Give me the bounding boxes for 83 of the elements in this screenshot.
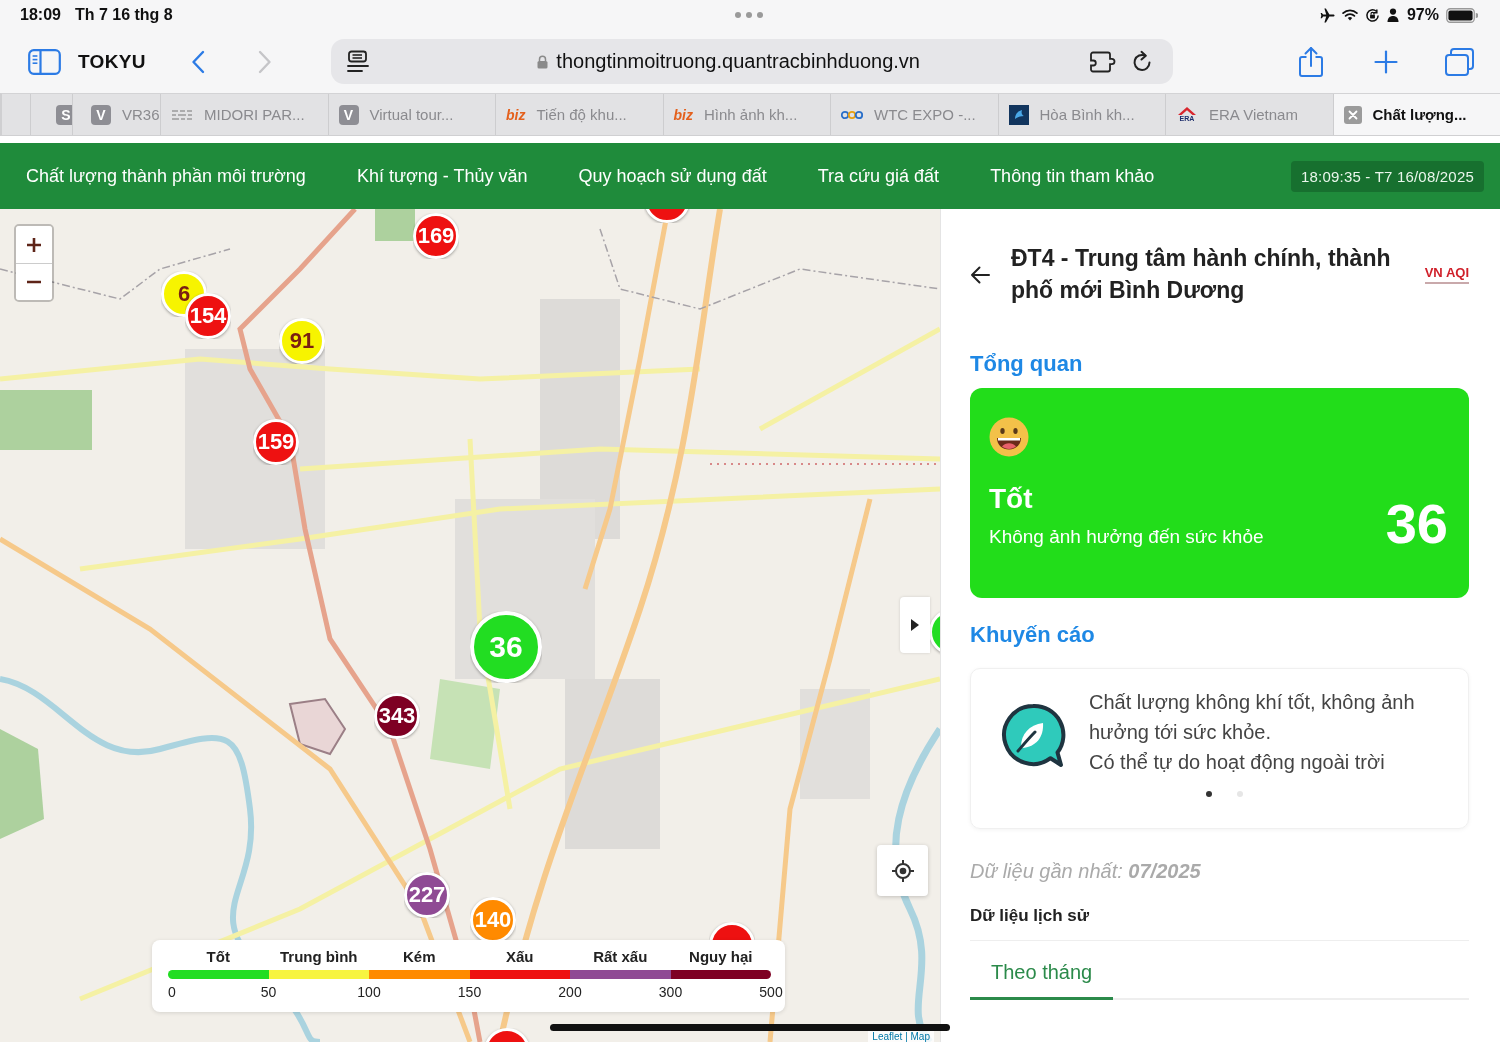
aqi-logo: VN AQI (1424, 266, 1469, 284)
browser-tab[interactable]: S (30, 94, 72, 135)
scale-tick-label: 200 (558, 984, 582, 1000)
caret-right-icon (911, 619, 919, 631)
browser-tab[interactable]: MIDORI PAR... (160, 94, 328, 135)
wordmark-favicon: biz (673, 106, 693, 123)
panel-toggle-button[interactable] (900, 597, 930, 653)
browser-tab[interactable]: V Virtual tour... (327, 94, 495, 135)
period-tab[interactable]: Theo tháng (970, 941, 1114, 1000)
letter-favicon: S (56, 104, 72, 125)
browser-tab[interactable]: Hòa Bình kh... (997, 94, 1165, 135)
battery-percentage: 97% (1406, 6, 1439, 24)
wifi-icon (1341, 9, 1358, 21)
zoom-in-button[interactable] (16, 226, 52, 263)
rotation-lock-icon (1364, 7, 1380, 23)
nav-link[interactable]: Quy hoạch sử dụng đất (578, 165, 767, 187)
status-time: 18:09 (20, 6, 61, 24)
browser-tab[interactable]: biz Hình ảnh kh... (662, 94, 830, 135)
carousel-dot[interactable] (1205, 791, 1212, 797)
letter-favicon: V (91, 104, 111, 125)
status-date: Th 7 16 thg 8 (74, 6, 173, 24)
letter-favicon: V (338, 104, 359, 125)
person-icon (1386, 8, 1399, 22)
scale-tick-label: 500 (759, 984, 783, 1000)
map-attribution[interactable]: Leaflet | Map (868, 1031, 934, 1042)
station-title: ĐT4 - Trung tâm hành chính, thành phố mới Bình Dương (1011, 244, 1392, 305)
page-menu-icon[interactable] (346, 49, 369, 74)
advice-text: Có thể tự do hoạt động ngoài trời (1089, 750, 1386, 775)
section-heading: Khuyến cáo (970, 622, 1096, 648)
tabs-overview-icon[interactable] (1444, 47, 1475, 76)
plus-icon (26, 236, 42, 253)
aqi-status-label: Tốt (989, 482, 1034, 516)
striped-logo-icon (171, 108, 193, 121)
zoom-out-button[interactable] (16, 263, 52, 300)
nav-link[interactable]: Tra cứu giá đất (817, 165, 940, 187)
multitasking-dots-icon[interactable] (735, 12, 763, 18)
datetime-badge: 18:09:35 - T7 16/08/2025 (1291, 160, 1484, 192)
nav-link[interactable]: Khí tượng - Thủy văn (356, 165, 528, 187)
scale-tick-label: 0 (168, 984, 176, 1000)
browser-tab[interactable]: WTC EXPO -... (830, 94, 998, 135)
history-heading: Dữ liệu lịch sử (970, 906, 1469, 941)
back-arrow-icon[interactable] (970, 266, 990, 284)
battery-icon (1446, 7, 1478, 23)
browser-tab[interactable]: Chất lượng... (1332, 94, 1500, 135)
locate-icon (890, 858, 915, 883)
new-tab-icon[interactable] (1373, 49, 1398, 74)
sidebar-icon[interactable] (28, 48, 61, 75)
share-icon[interactable] (1297, 45, 1324, 78)
legend-label: Trung bình (279, 948, 359, 966)
rings-logo-icon (841, 109, 863, 120)
aqi-value: 36 (1385, 494, 1448, 554)
square-logo-icon (1008, 104, 1029, 125)
url-text[interactable]: thongtinmoitruong.quantracbinhduong.vn (556, 50, 920, 73)
browser-tab[interactable]: V VR36 (72, 94, 160, 135)
legend-label: Rất xấu (592, 948, 649, 966)
latest-data-note: Dữ liệu gần nhất: 07/2025 (970, 859, 1202, 883)
legend-label: Nguy hại (688, 948, 754, 966)
address-bar[interactable]: thongtinmoitruong.quantracbinhduong.vn (330, 39, 1173, 84)
aqi-status-description: Không ảnh hưởng đến sức khỏe (989, 526, 1264, 548)
leaf-speech-bubble-icon (1000, 703, 1066, 769)
back-icon[interactable] (190, 49, 205, 74)
carousel-dot[interactable] (1236, 791, 1243, 797)
browser-tab[interactable]: biz Tiến độ khu... (495, 94, 663, 135)
scale-tick-label: 150 (457, 984, 482, 1000)
wordmark-favicon: biz (506, 106, 526, 123)
lock-icon (537, 54, 549, 69)
tab-group-name[interactable]: TOKYU (78, 50, 146, 73)
legend-label: Tốt (205, 948, 231, 966)
legend-label: Kém (402, 948, 437, 966)
nav-link[interactable]: Thông tin tham khảo (990, 165, 1155, 187)
minus-icon (26, 280, 42, 284)
advice-text: Chất lượng không khí tốt, không ảnh hưởng tới sức khỏe. (1089, 690, 1416, 745)
smiley-face-icon (989, 417, 1029, 457)
close-tab-icon[interactable] (1343, 105, 1362, 124)
section-heading: Tổng quan (970, 351, 1084, 377)
scale-tick-label: 50 (260, 984, 277, 1000)
legend-label: Xấu (505, 948, 535, 966)
extension-icon[interactable] (1088, 50, 1117, 73)
nav-link[interactable]: Chất lượng thành phần môi trường (26, 165, 306, 187)
airplane-icon (1319, 7, 1335, 23)
scale-tick-label: 100 (357, 984, 381, 1000)
scale-tick-label: 300 (658, 984, 683, 1000)
locate-button[interactable] (877, 845, 928, 896)
